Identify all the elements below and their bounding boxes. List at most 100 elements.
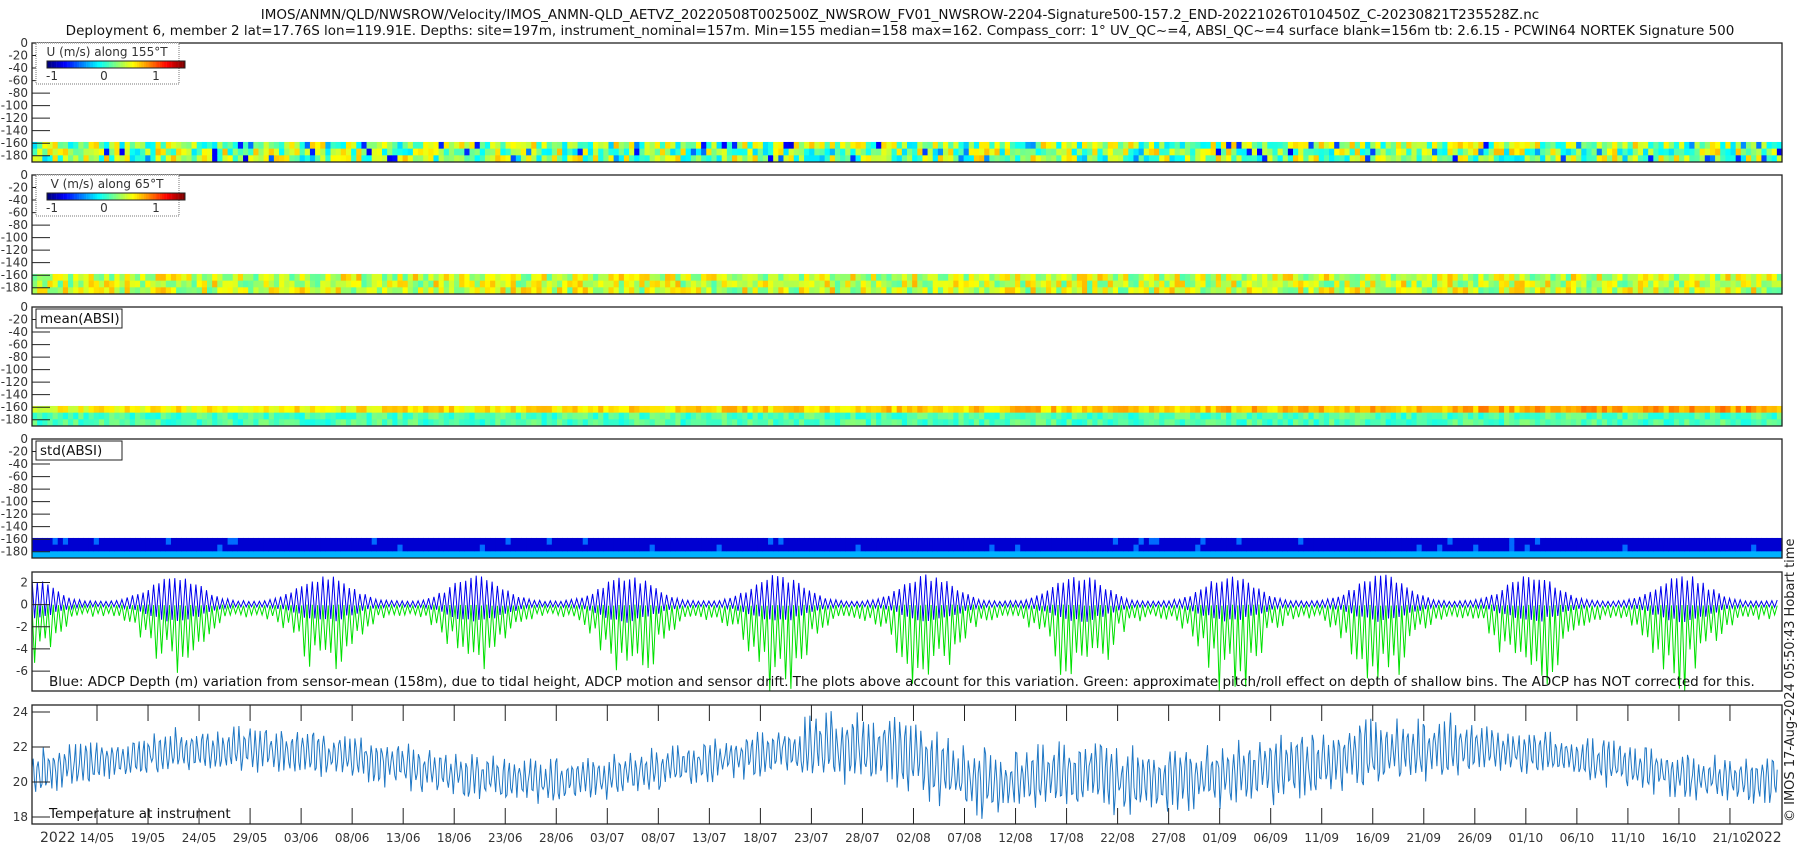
- heatmap-cell: [855, 141, 862, 150]
- heatmap-cell: [752, 544, 759, 552]
- heatmap-cell: [1493, 141, 1500, 150]
- heatmap-cell: [1560, 537, 1567, 546]
- heatmap-cell: [407, 141, 414, 150]
- heatmap-cell: [1277, 537, 1284, 546]
- heatmap-cell: [1643, 537, 1649, 546]
- heatmap-cell: [1087, 537, 1093, 546]
- heatmap-cell: [505, 405, 512, 414]
- heatmap-cell: [1159, 537, 1165, 546]
- heatmap-cell: [78, 141, 85, 150]
- heatmap-cell: [490, 412, 496, 420]
- x-tick-label: 03/06: [284, 831, 319, 845]
- heatmap-cell: [176, 141, 182, 150]
- heatmap-cell: [829, 544, 836, 552]
- heatmap-cell: [654, 537, 661, 546]
- heatmap-cell: [1004, 273, 1011, 282]
- heatmap-cell: [134, 141, 141, 150]
- heatmap-cell: [1272, 405, 1279, 414]
- heatmap-cell: [1205, 148, 1212, 156]
- heatmap-cell: [1344, 273, 1351, 282]
- heatmap-cell: [268, 280, 275, 288]
- heatmap-cell: [1179, 544, 1186, 552]
- heatmap-cell: [695, 280, 702, 288]
- heatmap-cell: [454, 280, 460, 288]
- heatmap-cell: [670, 537, 676, 546]
- heatmap-cell: [1210, 273, 1217, 282]
- heatmap-cell: [804, 412, 810, 420]
- colorbar-swatch: [88, 193, 91, 200]
- heatmap-cell: [881, 273, 888, 282]
- heatmap-cell: [479, 280, 486, 288]
- heatmap-cell: [1344, 412, 1351, 420]
- heatmap-cell: [515, 544, 522, 552]
- heatmap-cell: [418, 544, 424, 552]
- heatmap-cell: [1246, 280, 1253, 288]
- heatmap-cell: [629, 537, 635, 546]
- heatmap-cell: [1473, 544, 1479, 552]
- heatmap-cell: [721, 280, 728, 288]
- heatmap-cell: [160, 280, 167, 288]
- heatmap-cell: [1653, 141, 1660, 150]
- heatmap-cell: [1591, 141, 1598, 150]
- heatmap-cell: [1421, 405, 1428, 414]
- heatmap-cell: [1143, 280, 1150, 288]
- heatmap-cell: [1375, 148, 1382, 156]
- heatmap-cell: [685, 537, 692, 546]
- heatmap-cell: [582, 141, 589, 150]
- heatmap-cell: [1174, 544, 1181, 552]
- heatmap-cell: [541, 412, 548, 420]
- heatmap-cell: [227, 148, 234, 156]
- heatmap-cell: [773, 537, 779, 546]
- heatmap-cell: [706, 280, 713, 288]
- heatmap-cell: [1468, 544, 1474, 552]
- heatmap-cell: [1184, 544, 1191, 552]
- colorbar-swatch: [129, 61, 133, 68]
- heatmap-cell: [1704, 148, 1711, 156]
- colorbar-swatch: [155, 193, 158, 200]
- heatmap-cell: [484, 273, 491, 282]
- heatmap-cell: [170, 412, 177, 420]
- colorbar-tick-label: 1: [152, 69, 160, 83]
- heatmap-cell: [639, 273, 646, 282]
- heatmap-cell: [1627, 405, 1634, 414]
- heatmap-cell: [129, 537, 136, 546]
- heatmap-cell: [984, 280, 990, 288]
- heatmap-cell: [541, 141, 548, 150]
- heatmap-cell: [1570, 280, 1577, 288]
- heatmap-cell: [459, 280, 465, 288]
- heatmap-cell: [1663, 280, 1670, 288]
- heatmap-cell: [773, 405, 779, 414]
- temperature-panel: 2422201814/05 19/05 24/05 29/05 03/06 08/06 13…: [13, 704, 1783, 845]
- heatmap-cell: [1107, 544, 1114, 552]
- heatmap-cell: [1586, 148, 1593, 156]
- heatmap-cell: [1509, 412, 1515, 420]
- heatmap-cell: [675, 405, 682, 414]
- heatmap-cell: [1529, 405, 1536, 414]
- heatmap-cell: [1720, 412, 1726, 420]
- x-tick-label: 12/08: [998, 831, 1033, 845]
- heatmap-cell: [1257, 141, 1263, 150]
- heatmap-cell: [114, 537, 121, 546]
- heatmap-cell: [1267, 405, 1274, 414]
- colorbar-swatch: [111, 193, 114, 200]
- heatmap-cell: [1601, 148, 1608, 156]
- heatmap-cell: [155, 148, 162, 156]
- heatmap-cell: [1303, 544, 1310, 552]
- heatmap-cell: [1195, 141, 1201, 150]
- heatmap-cell: [1262, 148, 1268, 156]
- heatmap-cell: [603, 148, 610, 156]
- heatmap-cell: [551, 537, 558, 546]
- colorbar-swatch: [90, 193, 94, 200]
- heatmap-cell: [1051, 273, 1057, 282]
- colorbar-swatch: [143, 193, 147, 200]
- heatmap-cell: [88, 273, 95, 282]
- heatmap-cell: [1591, 537, 1598, 546]
- heatmap-cell: [1534, 280, 1541, 288]
- colorbar-swatch: [125, 61, 128, 68]
- heatmap-cell: [809, 537, 815, 546]
- colorbar-swatch: [148, 61, 151, 68]
- y-tick-label: -180: [1, 281, 28, 295]
- heatmap-cell: [325, 148, 332, 156]
- heatmap-cell: [47, 148, 54, 156]
- heatmap-cell: [1009, 273, 1016, 282]
